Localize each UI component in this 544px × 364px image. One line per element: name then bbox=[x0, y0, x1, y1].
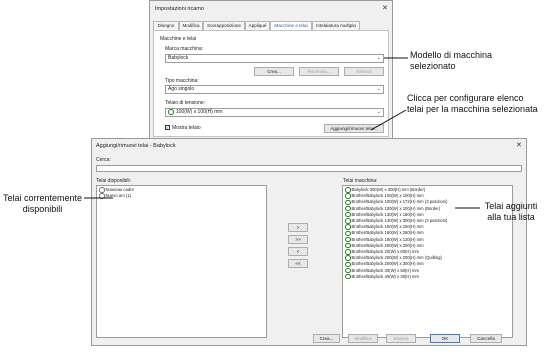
callout-machine-model: Modello di macchina selezionato bbox=[410, 50, 493, 71]
callout-added-hoops: Telai aggiunti alla tua lista bbox=[484, 201, 538, 222]
callout-line-configure bbox=[370, 109, 407, 131]
callout-configure-hoops: Clicca per configurare elenco telai per … bbox=[407, 93, 538, 114]
callout-available-hoops: Telai correntemente disponibili bbox=[2, 193, 83, 214]
